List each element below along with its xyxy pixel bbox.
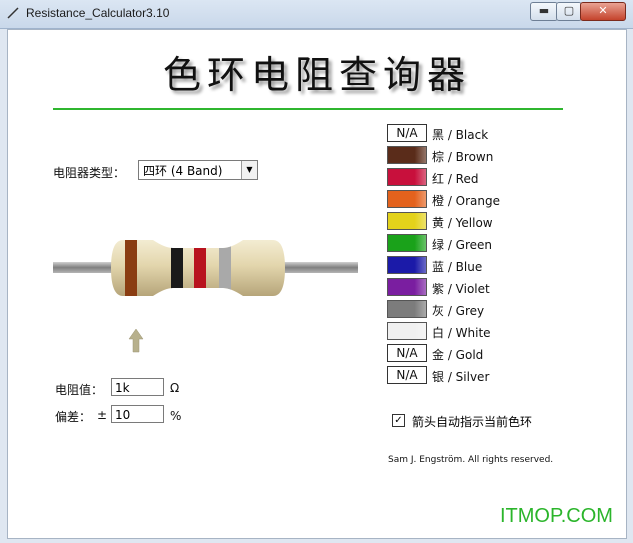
type-label: 电阻器类型： xyxy=(53,166,126,180)
watermark: ITMOP.COM xyxy=(500,505,613,527)
color-name: 红 / Red xyxy=(432,172,479,186)
resistance-input[interactable]: 1k xyxy=(111,378,164,396)
color-name: 橙 / Orange xyxy=(432,194,501,208)
page-title: 色环电阻查询器 xyxy=(162,53,471,97)
color-swatch xyxy=(387,322,427,340)
resistor-band xyxy=(171,240,183,296)
color-swatch xyxy=(387,234,427,252)
auto-indicator-label: 箭头自动指示当前色环 xyxy=(412,415,533,429)
resistor-band xyxy=(219,240,231,296)
color-name: 灰 / Grey xyxy=(432,304,485,318)
resistor-graphic xyxy=(53,240,358,296)
color-swatch xyxy=(387,212,427,230)
color-name: 黑 / Black xyxy=(432,128,489,142)
color-swatch: N/A xyxy=(387,344,427,362)
resistor-band xyxy=(125,240,137,296)
color-name: 银 / Silver xyxy=(432,370,490,384)
color-swatch xyxy=(387,300,427,318)
maximize-button[interactable]: ▢ xyxy=(556,2,582,21)
main-panel: 色环电阻查询器 电阻器类型： 四环 (4 Band) ▼ 电阻值： 1k Ω 偏… xyxy=(7,29,627,539)
band-type-select[interactable]: 四环 (4 Band) ▼ xyxy=(138,160,258,180)
color-name: 金 / Gold xyxy=(432,348,484,362)
color-name: 紫 / Violet xyxy=(432,282,490,296)
color-swatch xyxy=(387,146,427,164)
color-swatch xyxy=(387,278,427,296)
color-name: 绿 / Green xyxy=(432,238,493,252)
chevron-down-icon[interactable]: ▼ xyxy=(241,161,257,179)
band-type-value: 四环 (4 Band) xyxy=(143,164,223,178)
resistor-band xyxy=(194,240,206,296)
color-name: 黄 / Yellow xyxy=(432,216,493,230)
color-name: 棕 / Brown xyxy=(432,150,494,164)
window-title: Resistance_Calculator3.10 xyxy=(26,6,170,20)
tolerance-unit: % xyxy=(170,409,182,423)
band-indicator-arrow-icon xyxy=(128,329,144,353)
color-name: 蓝 / Blue xyxy=(432,260,483,274)
app-icon xyxy=(7,7,19,19)
close-button[interactable]: ✕ xyxy=(580,2,626,21)
resistance-unit: Ω xyxy=(170,381,180,395)
color-swatch: N/A xyxy=(387,124,427,142)
title-divider xyxy=(53,108,563,110)
resistance-label: 电阻值： xyxy=(55,383,104,397)
minimize-button[interactable]: ▬ xyxy=(530,2,558,21)
tolerance-label: 偏差： xyxy=(55,410,92,424)
color-swatch xyxy=(387,190,427,208)
auto-indicator-checkbox[interactable]: ✓ xyxy=(392,414,405,427)
color-swatch xyxy=(387,256,427,274)
title-bar: Resistance_Calculator3.10 ▬ ▢ ✕ xyxy=(0,0,633,29)
tolerance-sign: ± xyxy=(97,408,108,422)
tolerance-input[interactable]: 10 xyxy=(111,405,164,423)
color-swatch: N/A xyxy=(387,366,427,384)
copyright-text: Sam J. Engström. All rights reserved. xyxy=(388,455,554,465)
color-swatch xyxy=(387,168,427,186)
color-name: 白 / White xyxy=(432,326,491,340)
